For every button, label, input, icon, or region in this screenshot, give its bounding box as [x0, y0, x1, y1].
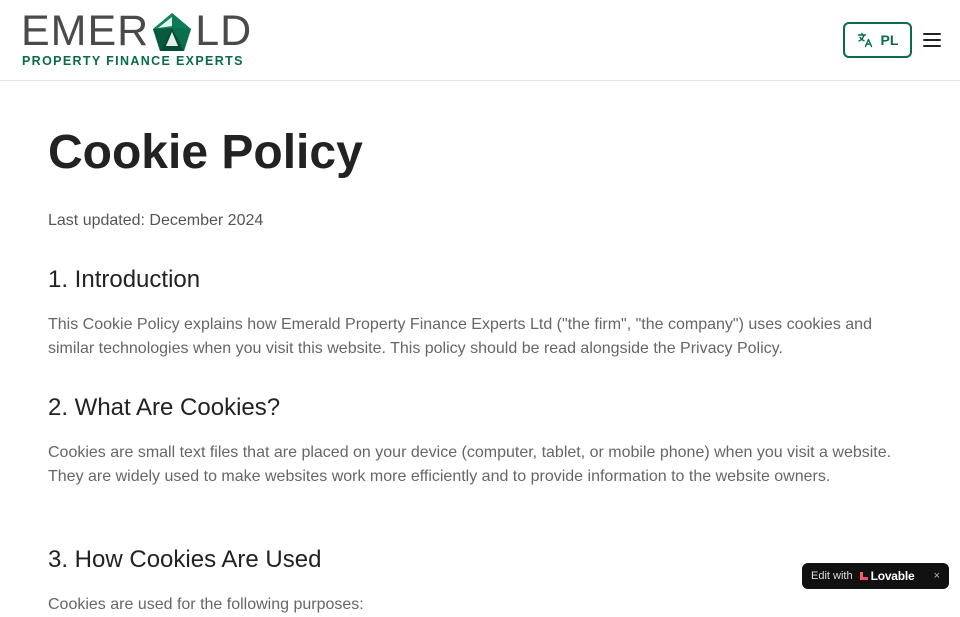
lovable-brand: Lovable [870, 569, 915, 583]
hamburger-menu-icon [923, 33, 941, 47]
section-body-how-cookies-used: Cookies are used for the following purpo… [48, 596, 364, 613]
section-body-what-are-cookies: Cookies are small text files that are pl… [48, 444, 892, 485]
menu-button[interactable] [920, 28, 944, 52]
section-heading-introduction: 1. Introduction [48, 266, 201, 293]
logo-word-left: EMER [21, 7, 150, 55]
logo-tagline: PROPERTY FINANCE EXPERTS [22, 54, 244, 68]
section-body-introduction: This Cookie Policy explains how Emerald … [48, 316, 872, 357]
logo-wordmark: EMER LD [21, 7, 253, 55]
edit-with-lovable-badge[interactable]: Edit with Lovable × [802, 563, 949, 589]
language-switch-button[interactable]: PL [843, 22, 912, 58]
emerald-logo[interactable]: EMER LD PROPERTY FINANCE EXPERTS [21, 10, 251, 70]
site-header: EMER LD PROPERTY FINANCE EXPERTS PL [0, 0, 960, 81]
edit-with-label: Edit with [811, 570, 853, 582]
translate-icon [857, 32, 872, 48]
language-label: PL [880, 32, 899, 48]
section-heading-what-are-cookies: 2. What Are Cookies? [48, 394, 281, 421]
logo-word-right: LD [195, 7, 253, 55]
close-icon[interactable]: × [934, 570, 940, 582]
last-updated-text: Last updated: December 2024 [48, 212, 264, 229]
lovable-heart-icon [859, 572, 868, 580]
section-heading-how-cookies-used: 3. How Cookies Are Used [48, 546, 322, 573]
page-title: Cookie Policy [48, 126, 363, 179]
emerald-gem-icon [153, 13, 192, 51]
